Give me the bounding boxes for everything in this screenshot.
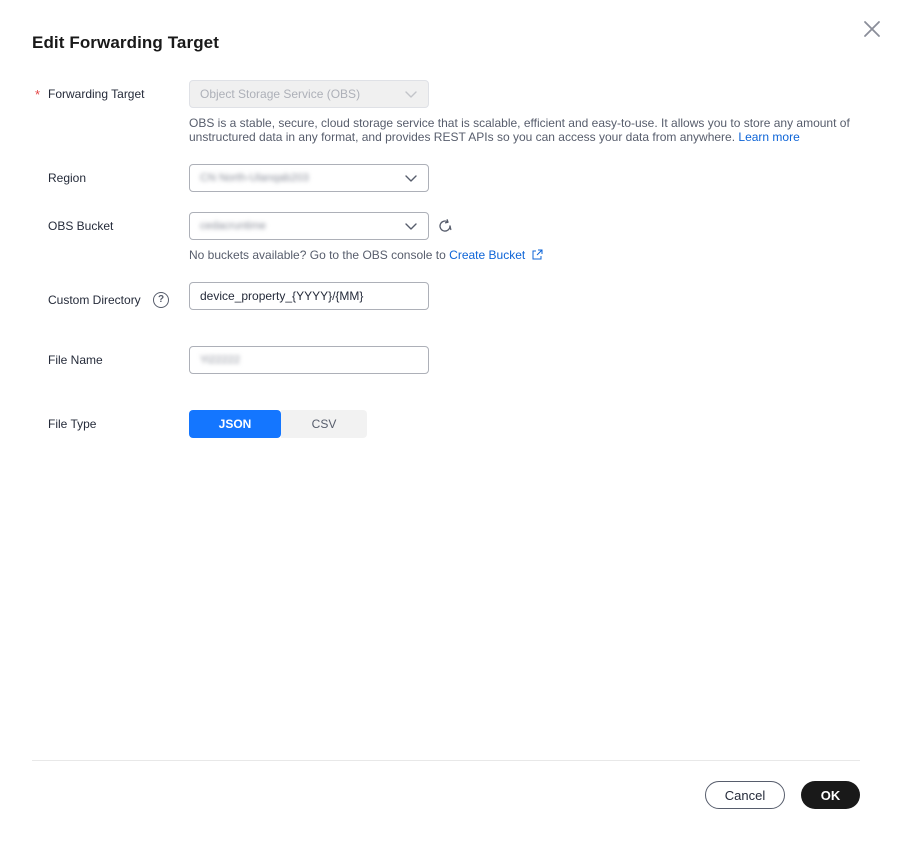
file-type-json-option[interactable]: JSON xyxy=(189,410,281,438)
file-name-input[interactable]: Yi22222 xyxy=(189,346,429,374)
refresh-icon xyxy=(439,219,452,232)
ok-button[interactable]: OK xyxy=(801,781,860,809)
obs-bucket-label: OBS Bucket xyxy=(48,219,114,233)
cancel-button[interactable]: Cancel xyxy=(705,781,785,809)
chevron-down-icon xyxy=(405,91,417,98)
forwarding-target-select[interactable]: Object Storage Service (OBS) xyxy=(189,80,429,108)
learn-more-link[interactable]: Learn more xyxy=(738,130,799,144)
obs-bucket-select[interactable]: cedacruntime xyxy=(189,212,429,240)
close-icon xyxy=(864,21,880,37)
obs-bucket-value: cedacruntime xyxy=(200,220,267,232)
bucket-hint-text: No buckets available? Go to the OBS cons… xyxy=(189,248,446,262)
custom-directory-value: device_property_{YYYY}/{MM} xyxy=(200,289,364,303)
footer-divider xyxy=(32,760,860,761)
forwarding-target-value: Object Storage Service (OBS) xyxy=(200,87,361,101)
required-mark: * xyxy=(35,87,41,102)
refresh-button[interactable] xyxy=(437,218,453,234)
chevron-down-icon xyxy=(405,223,417,230)
region-select[interactable]: CN North-Ulanqab203 xyxy=(189,164,429,192)
create-bucket-label: Create Bucket xyxy=(449,248,526,262)
dialog-title: Edit Forwarding Target xyxy=(32,33,220,52)
close-button[interactable] xyxy=(860,17,884,41)
forwarding-target-description: OBS is a stable, secure, cloud storage s… xyxy=(189,116,861,144)
help-icon[interactable]: ? xyxy=(153,292,169,308)
create-bucket-link[interactable]: Create Bucket xyxy=(449,248,543,262)
region-label: Region xyxy=(48,171,87,185)
file-name-value: Yi22222 xyxy=(200,354,240,366)
file-name-label: File Name xyxy=(48,353,103,367)
custom-directory-label: Custom Directory xyxy=(48,293,141,307)
forwarding-target-label: Forwarding Target xyxy=(48,87,145,101)
bucket-hint: No buckets available? Go to the OBS cons… xyxy=(189,248,543,262)
file-type-csv-option[interactable]: CSV xyxy=(281,410,367,438)
external-link-icon xyxy=(532,249,543,260)
chevron-down-icon xyxy=(405,175,417,182)
edit-forwarding-target-dialog: Edit Forwarding Target * Forwarding Targ… xyxy=(0,0,900,841)
file-type-label: File Type xyxy=(48,417,97,431)
region-value: CN North-Ulanqab203 xyxy=(200,172,309,184)
custom-directory-input[interactable]: device_property_{YYYY}/{MM} xyxy=(189,282,429,310)
